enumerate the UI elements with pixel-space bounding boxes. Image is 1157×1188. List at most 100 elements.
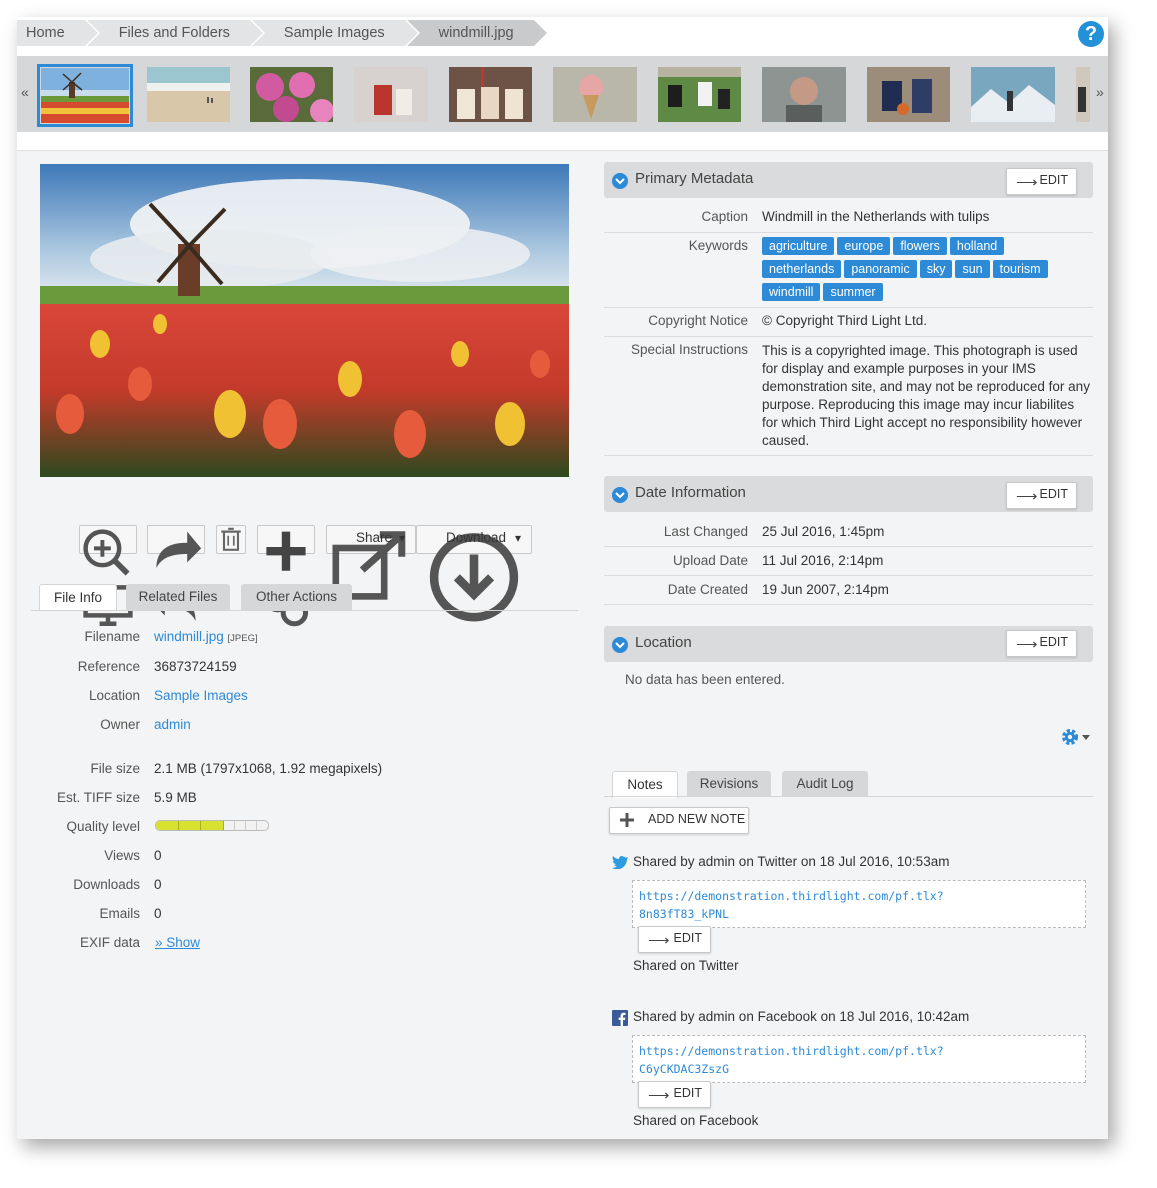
strip-next-arrow[interactable]: » bbox=[1096, 84, 1104, 100]
exif-label: EXIF data bbox=[79, 935, 140, 950]
note-facebook-link-line2[interactable]: C6yCKDAC3ZszG bbox=[639, 1060, 1079, 1078]
special-instructions-row: Special Instructions This is a copyright… bbox=[604, 337, 1093, 456]
note-facebook-link-line1[interactable]: https://demonstration.thirdlight.com/pf.… bbox=[639, 1042, 1079, 1060]
location-link[interactable]: Sample Images bbox=[154, 688, 248, 703]
date-information-edit-button[interactable]: ⟶ EDIT bbox=[1006, 482, 1077, 509]
quality-label: Quality level bbox=[66, 819, 140, 834]
strip-prev-arrow[interactable]: « bbox=[21, 84, 29, 100]
thumbnail-rugby[interactable] bbox=[658, 67, 741, 122]
main-image-preview[interactable] bbox=[40, 164, 569, 477]
emails-label: Emails bbox=[99, 906, 140, 921]
caption-label: Caption bbox=[701, 209, 748, 224]
location-edit-button[interactable]: ⟶ EDIT bbox=[1006, 630, 1077, 657]
zoom-icon[interactable] bbox=[80, 526, 136, 576]
thumbnail-portrait[interactable] bbox=[762, 67, 846, 122]
facebook-icon bbox=[612, 1010, 628, 1026]
help-icon[interactable]: ? bbox=[1078, 21, 1104, 47]
chevron-down-icon[interactable] bbox=[612, 173, 628, 189]
copyright-label: Copyright Notice bbox=[648, 313, 748, 328]
primary-metadata-header[interactable]: Primary Metadata ⟶ EDIT bbox=[604, 162, 1093, 198]
reference-value: 36873724159 bbox=[154, 659, 237, 674]
tab-notes[interactable]: Notes bbox=[612, 771, 678, 798]
arrow-right-icon: ⟶ bbox=[648, 1087, 670, 1104]
trash-icon bbox=[221, 527, 241, 551]
tab-other-actions[interactable]: Other Actions bbox=[241, 584, 352, 610]
views-label: Views bbox=[104, 848, 140, 863]
tab-audit-log[interactable]: Audit Log bbox=[782, 771, 868, 797]
primary-metadata-edit-button[interactable]: ⟶ EDIT bbox=[1006, 168, 1077, 195]
add-link-button-group bbox=[257, 525, 315, 627]
keyword-tag[interactable]: windmill bbox=[762, 283, 821, 301]
keyword-tag[interactable]: agriculture bbox=[762, 237, 835, 255]
owner-link[interactable]: admin bbox=[154, 717, 191, 732]
last-changed-value: 25 Jul 2016, 1:45pm bbox=[762, 524, 885, 539]
keyword-tag[interactable]: netherlands bbox=[762, 260, 842, 278]
date-created-value: 19 Jun 2007, 2:14pm bbox=[762, 582, 889, 597]
quality-tick bbox=[256, 821, 257, 830]
gear-icon[interactable] bbox=[1060, 727, 1092, 747]
note-facebook-edit-button[interactable]: ⟶ EDIT bbox=[638, 1081, 711, 1108]
chevron-down-icon[interactable] bbox=[612, 637, 628, 653]
note-twitter-link-line1[interactable]: https://demonstration.thirdlight.com/pf.… bbox=[639, 887, 1079, 905]
quality-meter-fill bbox=[156, 821, 224, 830]
add-new-note-button[interactable]: ADD NEW NOTE bbox=[609, 807, 749, 834]
filename-label: Filename bbox=[84, 629, 140, 644]
location-label: Location bbox=[88, 688, 140, 703]
chevron-down-icon[interactable] bbox=[612, 487, 628, 503]
filename-link[interactable]: windmill.jpg bbox=[154, 629, 224, 644]
tab-related-files[interactable]: Related Files bbox=[126, 584, 230, 610]
strip-separator bbox=[17, 132, 1108, 151]
keyword-tag[interactable]: sky bbox=[919, 260, 953, 278]
date-information-title: Date Information bbox=[635, 484, 746, 501]
thumbnail-trifles[interactable] bbox=[449, 67, 532, 122]
primary-metadata-title: Primary Metadata bbox=[635, 170, 754, 187]
arrow-right-icon: ⟶ bbox=[1016, 636, 1038, 653]
keyword-tag[interactable]: panoramic bbox=[844, 260, 917, 278]
download-button[interactable]: Download ▾ bbox=[416, 525, 532, 622]
quality-tick bbox=[223, 821, 224, 830]
thumbnail-desserts[interactable] bbox=[354, 67, 428, 122]
downloads-label: Downloads bbox=[73, 877, 140, 892]
keyword-tag[interactable]: holland bbox=[949, 237, 1005, 255]
thumbnail-partial[interactable] bbox=[1076, 67, 1090, 122]
emails-value: 0 bbox=[154, 906, 162, 921]
quality-meter bbox=[155, 820, 269, 831]
thumbnail-strip: « » bbox=[17, 56, 1108, 132]
exif-show-link[interactable]: » Show bbox=[155, 935, 200, 950]
thumbnail-beach[interactable] bbox=[147, 67, 230, 122]
edit-label: EDIT bbox=[673, 931, 702, 945]
thumbnail-mountains[interactable] bbox=[971, 67, 1055, 122]
app-window: Home Files and Folders Sample Images win… bbox=[17, 17, 1108, 1139]
filename-value: windmill.jpg [JPEG] bbox=[154, 629, 258, 644]
date-information-header[interactable]: Date Information ⟶ EDIT bbox=[604, 476, 1093, 512]
left-tab-divider bbox=[31, 610, 578, 611]
delete-button[interactable] bbox=[216, 525, 246, 554]
keyword-tag[interactable]: flowers bbox=[893, 237, 947, 255]
share-label: Share bbox=[356, 530, 393, 545]
redo-icon[interactable] bbox=[148, 526, 204, 576]
note-twitter-link-line2[interactable]: 8n83fT83_kPNL bbox=[639, 905, 1079, 923]
thumbnail-basketball[interactable] bbox=[867, 67, 950, 122]
keyword-tag[interactable]: sun bbox=[955, 260, 990, 278]
twitter-icon bbox=[612, 855, 628, 869]
breadcrumb-files-and-folders[interactable]: Files and Folders bbox=[86, 20, 266, 46]
share-button[interactable]: Share ▾ bbox=[326, 525, 416, 600]
reference-label: Reference bbox=[77, 659, 140, 674]
breadcrumb-sample-images[interactable]: Sample Images bbox=[251, 20, 420, 46]
location-panel-header[interactable]: Location ⟶ EDIT bbox=[604, 626, 1093, 662]
plus-icon[interactable] bbox=[258, 526, 314, 576]
breadcrumb-home[interactable]: Home bbox=[17, 20, 100, 46]
plus-icon bbox=[620, 813, 634, 827]
add-new-note-label: ADD NEW NOTE bbox=[648, 812, 746, 826]
note-twitter-edit-button[interactable]: ⟶ EDIT bbox=[638, 926, 711, 953]
tab-file-info[interactable]: File Info bbox=[39, 584, 117, 611]
keyword-tag[interactable]: europe bbox=[837, 237, 891, 255]
filetype-badge: [JPEG] bbox=[227, 633, 258, 644]
keyword-tag[interactable]: tourism bbox=[992, 260, 1048, 278]
tab-revisions[interactable]: Revisions bbox=[687, 771, 771, 797]
thumbnail-icecream[interactable] bbox=[553, 67, 637, 122]
keyword-tag[interactable]: summer bbox=[823, 283, 883, 301]
thumbnail-flowers[interactable] bbox=[250, 67, 333, 122]
keywords-list: agriculture europe flowers holland netherla… bbox=[762, 237, 1082, 306]
thumbnail-windmill[interactable] bbox=[37, 64, 133, 127]
